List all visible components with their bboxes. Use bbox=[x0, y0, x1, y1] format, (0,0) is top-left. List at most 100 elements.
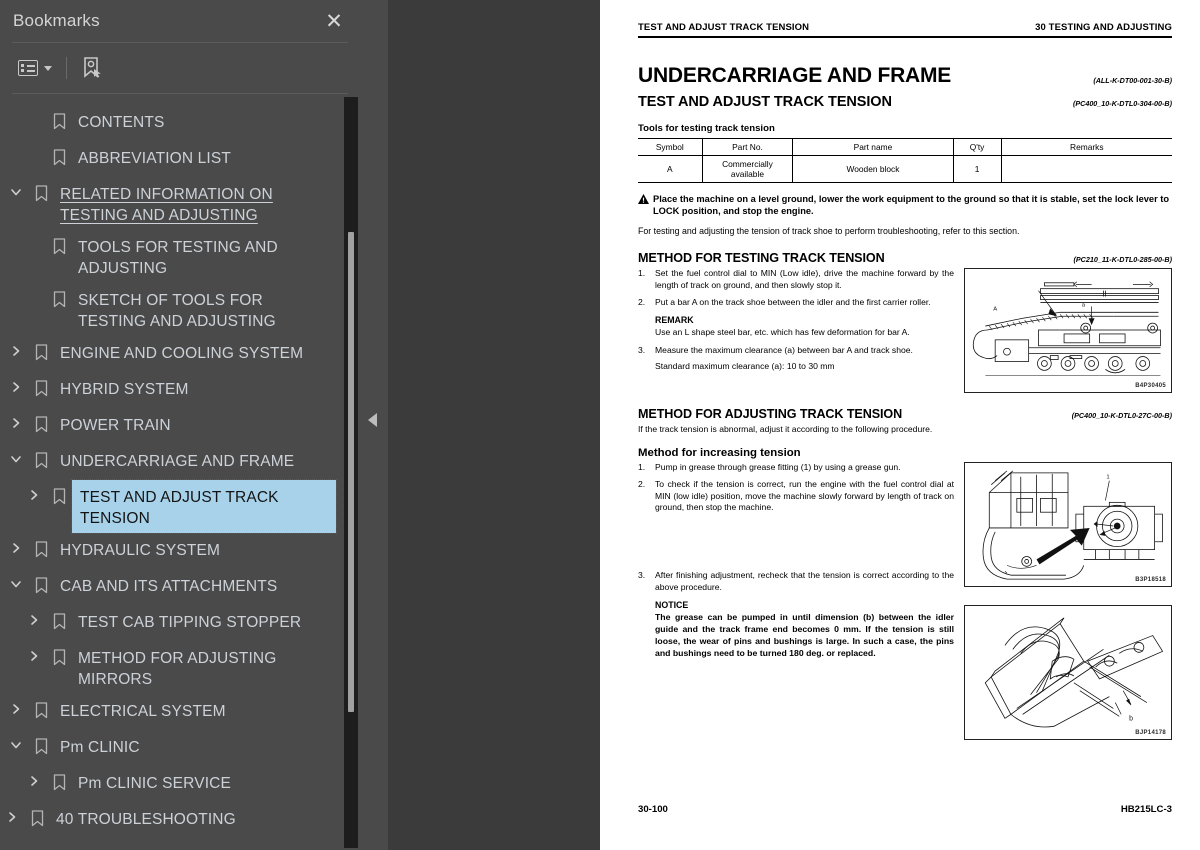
adjusting-section-body: 1. Pump in grease through grease fitting… bbox=[638, 461, 1172, 740]
bookmark-item-label: Pm CLINIC bbox=[60, 739, 140, 756]
step-number: 1. bbox=[638, 461, 646, 472]
adjusting-section-heading: METHOD FOR ADJUSTING TRACK TENSION bbox=[638, 407, 903, 421]
svg-text:A: A bbox=[993, 306, 997, 312]
list-item: 1. Set the fuel control dial to MIN (Low… bbox=[638, 268, 954, 291]
tree-chevron-placeholder bbox=[22, 105, 46, 114]
bookmark-tree-item[interactable]: ENGINE AND COOLING SYSTEM bbox=[0, 336, 360, 372]
chevron-right-icon[interactable] bbox=[0, 802, 24, 823]
bookmark-icon bbox=[28, 444, 54, 469]
chevron-right-icon[interactable] bbox=[22, 766, 46, 787]
bookmark-options-button[interactable] bbox=[14, 57, 56, 79]
bookmark-tree-item[interactable]: TEST AND ADJUST TRACK TENSION bbox=[0, 479, 360, 534]
title-row-2: TEST AND ADJUST TRACK TENSION (PC400_10-… bbox=[638, 88, 1172, 110]
document-page[interactable]: TEST AND ADJUST TRACK TENSION 30 TESTING… bbox=[600, 0, 1200, 850]
bookmark-icon bbox=[46, 141, 72, 166]
bookmark-item-label: TOOLS FOR TESTING AND ADJUSTING bbox=[78, 239, 278, 277]
step-text: Measure the maximum clearance (a) betwee… bbox=[655, 345, 913, 356]
svg-text:a: a bbox=[1082, 302, 1086, 308]
title-row-1: UNDERCARRIAGE AND FRAME (ALL-K-DT00-001-… bbox=[638, 64, 1172, 88]
table-row: A Commercially available Wooden block 1 bbox=[638, 155, 1172, 183]
bookmark-item-label: METHOD FOR ADJUSTING MIRRORS bbox=[78, 650, 277, 688]
bookmark-icon bbox=[46, 605, 72, 630]
bookmark-item-label: CONTENTS bbox=[78, 114, 165, 131]
bookmark-tree-item[interactable]: RELATED INFORMATION ON TESTING AND ADJUS… bbox=[0, 177, 360, 230]
chevron-right-icon[interactable] bbox=[22, 641, 46, 662]
testing-figure-column: A a B4P30405 bbox=[964, 268, 1172, 393]
bookmark-icon bbox=[28, 569, 54, 594]
testing-section-heading-row: METHOD FOR TESTING TRACK TENSION (PC210_… bbox=[638, 237, 1172, 268]
notice-heading: NOTICE bbox=[655, 600, 689, 611]
step-text: To check if the tension is correct, run … bbox=[655, 479, 954, 513]
bookmark-tree-item[interactable]: 40 TROUBLESHOOTING bbox=[0, 802, 360, 838]
grease-fitting-drawing: 1 bbox=[982, 470, 1163, 580]
collapse-panel-arrow-icon[interactable] bbox=[368, 413, 377, 427]
bookmark-tree-item[interactable]: TOOLS FOR TESTING AND ADJUSTING bbox=[0, 230, 360, 283]
testing-section-heading: METHOD FOR TESTING TRACK TENSION bbox=[638, 251, 885, 265]
remark-block: REMARK Use an L shape steel bar, etc. wh… bbox=[638, 315, 954, 339]
bookmark-tree-item[interactable]: CONTENTS bbox=[0, 105, 360, 141]
chevron-right-icon[interactable] bbox=[4, 408, 28, 429]
close-icon[interactable]: ✕ bbox=[322, 9, 346, 33]
page-footer: 30-100 HB215LC-3 bbox=[638, 804, 1172, 815]
bookmark-tree-item[interactable]: METHOD FOR ADJUSTING MIRRORS bbox=[0, 641, 360, 694]
testing-section-text: 1. Set the fuel control dial to MIN (Low… bbox=[638, 268, 954, 393]
chevron-right-icon[interactable] bbox=[4, 533, 28, 554]
bookmark-item-label: HYBRID SYSTEM bbox=[60, 381, 189, 398]
tree-chevron-placeholder bbox=[22, 230, 46, 239]
undercarriage-drawing: A a bbox=[972, 281, 1161, 376]
svg-text:b: b bbox=[1129, 715, 1133, 722]
bookmarks-scrollbar[interactable] bbox=[344, 97, 358, 848]
bookmarks-panel: Bookmarks ✕ CONTENTS ABBREVIATION LIST REL… bbox=[0, 0, 360, 850]
chevron-down-icon[interactable] bbox=[4, 444, 28, 465]
step-number: 2. bbox=[638, 297, 646, 308]
chevron-right-icon[interactable] bbox=[22, 480, 46, 501]
bookmarks-panel-title: Bookmarks bbox=[13, 11, 100, 30]
chevron-right-icon[interactable] bbox=[4, 694, 28, 715]
chevron-right-icon[interactable] bbox=[4, 372, 28, 393]
bookmark-tree-item[interactable]: Pm CLINIC bbox=[0, 730, 360, 766]
figure-id: B3P18518 bbox=[1135, 576, 1166, 583]
footer-page-number: 30-100 bbox=[638, 804, 668, 815]
chevron-down-icon[interactable] bbox=[4, 177, 28, 198]
bookmark-tree-item[interactable]: TEST CAB TIPPING STOPPER bbox=[0, 605, 360, 641]
cell-qty: 1 bbox=[952, 155, 1002, 183]
bookmark-tree-item[interactable]: Pm CLINIC SERVICE bbox=[0, 766, 360, 802]
bookmark-item-label: POWER TRAIN bbox=[60, 417, 171, 434]
panel-divider[interactable] bbox=[360, 0, 388, 850]
bookmark-tree-item[interactable]: HYBRID SYSTEM bbox=[0, 372, 360, 408]
bookmarks-tree-scroll-area[interactable]: CONTENTS ABBREVIATION LIST RELATED INFORMA… bbox=[0, 95, 360, 850]
chevron-down-icon[interactable] bbox=[4, 569, 28, 590]
bookmarks-scrollbar-thumb[interactable] bbox=[348, 232, 354, 712]
bookmark-icon bbox=[24, 802, 50, 827]
bookmarks-panel-header: Bookmarks ✕ bbox=[0, 0, 360, 42]
step-number: 2. bbox=[638, 479, 646, 490]
page-title-reference-code: (ALL-K-DT00-001-30-B) bbox=[1093, 76, 1172, 85]
step-text: After finishing adjustment, recheck that… bbox=[655, 569, 954, 592]
step-number: 3. bbox=[638, 345, 646, 356]
bookmark-icon bbox=[46, 283, 72, 308]
bookmark-tree-item[interactable]: UNDERCARRIAGE AND FRAME bbox=[0, 444, 360, 480]
chevron-right-icon[interactable] bbox=[22, 605, 46, 626]
adjusting-section-intro: If the track tension is abnormal, adjust… bbox=[638, 424, 933, 434]
bookmark-tree-item[interactable]: HYDRAULIC SYSTEM bbox=[0, 533, 360, 569]
bookmark-tree-item[interactable]: ELECTRICAL SYSTEM bbox=[0, 694, 360, 730]
figure-id: BJP14178 bbox=[1135, 729, 1166, 736]
page-subtitle: TEST AND ADJUST TRACK TENSION bbox=[638, 94, 892, 110]
running-head-left: TEST AND ADJUST TRACK TENSION bbox=[638, 22, 810, 33]
bookmark-item-label: RELATED INFORMATION ON TESTING AND ADJUS… bbox=[60, 186, 273, 224]
bookmark-tree-item[interactable]: ABBREVIATION LIST bbox=[0, 141, 360, 177]
step-number: 3. bbox=[638, 569, 646, 580]
remark-text: Use an L shape steel bar, etc. which has… bbox=[655, 326, 910, 337]
svg-text:1: 1 bbox=[1106, 474, 1109, 480]
bookmark-tree-item[interactable]: SKETCH OF TOOLS FOR TESTING AND ADJUSTIN… bbox=[0, 283, 360, 336]
bookmark-tree-item[interactable]: CAB AND ITS ATTACHMENTS bbox=[0, 569, 360, 605]
bookmark-item-label: ABBREVIATION LIST bbox=[78, 150, 231, 167]
running-head-right: 30 TESTING AND ADJUSTING bbox=[1035, 22, 1172, 33]
list-item: 2. Put a bar A on the track shoe between… bbox=[638, 297, 954, 309]
testing-steps: 1. Set the fuel control dial to MIN (Low… bbox=[638, 268, 954, 309]
bookmark-tree-item[interactable]: POWER TRAIN bbox=[0, 408, 360, 444]
chevron-down-icon[interactable] bbox=[4, 730, 28, 751]
find-current-bookmark-button[interactable] bbox=[77, 53, 107, 83]
increasing-tension-subheading: Method for increasing tension bbox=[638, 446, 801, 459]
chevron-right-icon[interactable] bbox=[4, 336, 28, 357]
